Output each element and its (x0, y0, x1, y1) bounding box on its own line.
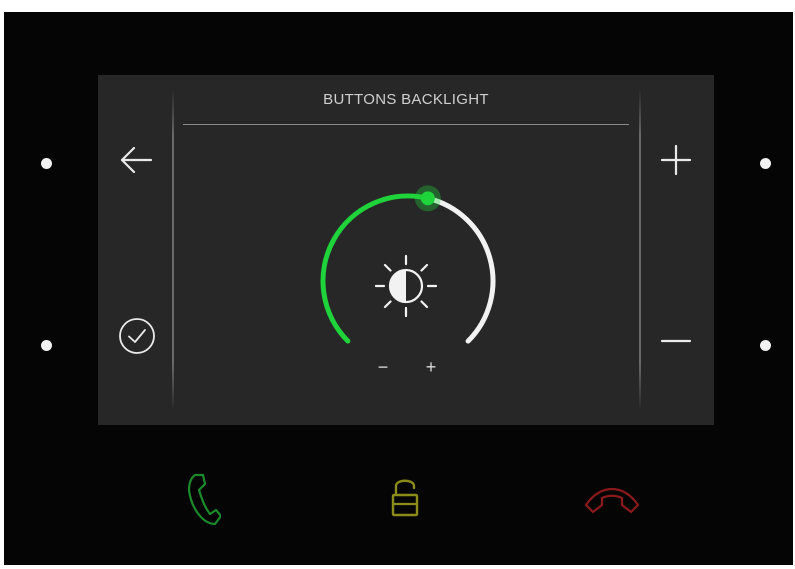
intercom-device: BUTTONS BACKLIGHT − + (4, 12, 793, 565)
decrease-button[interactable] (659, 331, 693, 351)
phone-hangup-icon (584, 487, 640, 514)
dial-level-arc (320, 193, 431, 344)
arrow-left-icon (120, 146, 153, 174)
hangup-button[interactable] (582, 485, 642, 515)
hardware-button-bottom-left[interactable] (41, 340, 52, 351)
screen-title: BUTTONS BACKLIGHT (323, 91, 489, 108)
hardware-button-top-right[interactable] (760, 158, 771, 169)
call-button[interactable] (181, 470, 221, 530)
unlock-padlock-icon (391, 479, 419, 517)
phone-call-icon (187, 473, 221, 526)
left-divider (172, 89, 174, 411)
confirm-button[interactable] (117, 316, 157, 356)
right-divider (639, 89, 641, 411)
brightness-contrast-icon (374, 254, 438, 318)
display-screen: BUTTONS BACKLIGHT − + (98, 75, 714, 425)
back-button[interactable] (118, 144, 154, 176)
dial-knob[interactable] (420, 191, 435, 206)
plus-icon (660, 144, 692, 176)
increase-button[interactable] (659, 143, 693, 177)
backlight-dial[interactable]: − + (298, 179, 518, 389)
check-circle-icon (119, 318, 155, 354)
hardware-button-bottom-right[interactable] (760, 340, 771, 351)
minus-icon (660, 339, 692, 343)
title-divider (183, 124, 629, 125)
unlock-button[interactable] (390, 475, 420, 521)
dial-remaining-arc (425, 195, 496, 344)
dial-plus-label: + (426, 357, 437, 377)
dial-minus-label: − (378, 357, 389, 377)
hardware-button-top-left[interactable] (41, 158, 52, 169)
